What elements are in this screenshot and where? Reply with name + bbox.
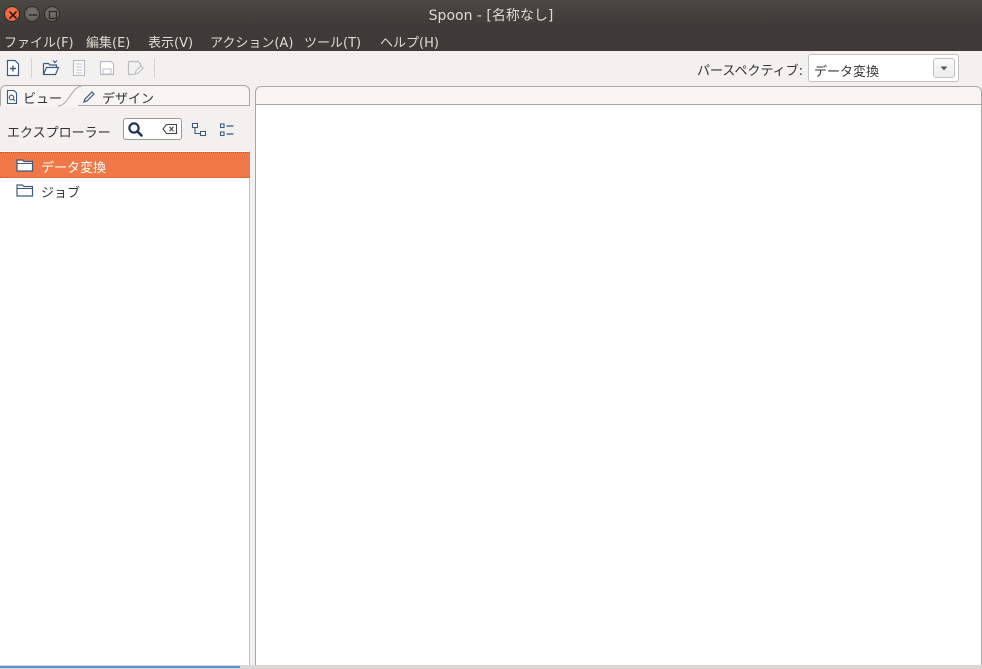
tree-item-transformations[interactable]: データ変換 bbox=[0, 152, 250, 178]
perspective-select[interactable]: データ変換 bbox=[808, 54, 959, 82]
menu-file[interactable]: ファイル(F) bbox=[4, 32, 74, 51]
collapse-all-icon[interactable] bbox=[190, 121, 208, 139]
tree-item-label: ジョブ bbox=[41, 186, 81, 201]
menu-view[interactable]: 表示(V) bbox=[148, 32, 193, 51]
new-file-icon[interactable] bbox=[4, 59, 22, 77]
left-panel: デザイン ビュー エクスプローラー データ変換 ジョブ bbox=[0, 85, 251, 669]
explorer-label: エクスプローラー bbox=[7, 126, 111, 141]
perspective-value: データ変換 bbox=[814, 65, 880, 80]
tree-item-label: データ変換 bbox=[41, 161, 107, 176]
toolbar: パースペクティブ: データ変換 bbox=[0, 51, 982, 85]
menu-tools[interactable]: ツール(T) bbox=[304, 32, 361, 51]
tab-view-label: ビュー bbox=[23, 92, 63, 107]
expand-all-icon[interactable] bbox=[218, 121, 236, 139]
toolbar-separator bbox=[31, 58, 32, 78]
explorer-search-input[interactable] bbox=[123, 118, 182, 140]
title-bar: Spoon - [名称なし] bbox=[0, 0, 982, 28]
view-icon bbox=[6, 90, 18, 104]
editor-tabstrip bbox=[256, 87, 981, 105]
chevron-down-icon bbox=[940, 66, 948, 71]
editor-area bbox=[255, 86, 982, 666]
menu-bar: ファイル(F) 編集(E) 表示(V) アクション(A) ツール(T) ヘルプ(… bbox=[0, 28, 982, 51]
perspective-dropdown-button[interactable] bbox=[933, 58, 955, 78]
taskbar-edge bbox=[0, 666, 240, 668]
window-title: Spoon - [名称なし] bbox=[428, 8, 554, 24]
tab-divider bbox=[58, 85, 83, 107]
menu-edit[interactable]: 編集(E) bbox=[86, 32, 130, 51]
toolbar-separator bbox=[154, 58, 155, 78]
tab-underline bbox=[78, 105, 250, 106]
folder-icon bbox=[16, 184, 34, 197]
left-tabs: デザイン ビュー bbox=[0, 85, 251, 107]
perspective-label: パースペクティブ: bbox=[697, 64, 804, 79]
menu-help[interactable]: ヘルプ(H) bbox=[380, 32, 439, 51]
explorer-tree: データ変換 ジョブ bbox=[0, 151, 250, 669]
open-folder-icon[interactable] bbox=[42, 59, 60, 77]
tree-item-jobs[interactable]: ジョブ bbox=[0, 178, 250, 204]
save-icon[interactable] bbox=[98, 59, 116, 77]
folder-icon bbox=[16, 159, 34, 172]
save-as-icon[interactable] bbox=[126, 59, 144, 77]
search-icon bbox=[128, 122, 143, 137]
status-strip bbox=[0, 665, 982, 669]
menu-action[interactable]: アクション(A) bbox=[210, 32, 293, 51]
explorer-bar: エクスプローラー bbox=[0, 107, 251, 151]
clear-search-icon[interactable] bbox=[162, 123, 178, 135]
explore-repository-icon[interactable] bbox=[70, 59, 88, 77]
tab-design[interactable]: デザイン bbox=[78, 86, 158, 107]
